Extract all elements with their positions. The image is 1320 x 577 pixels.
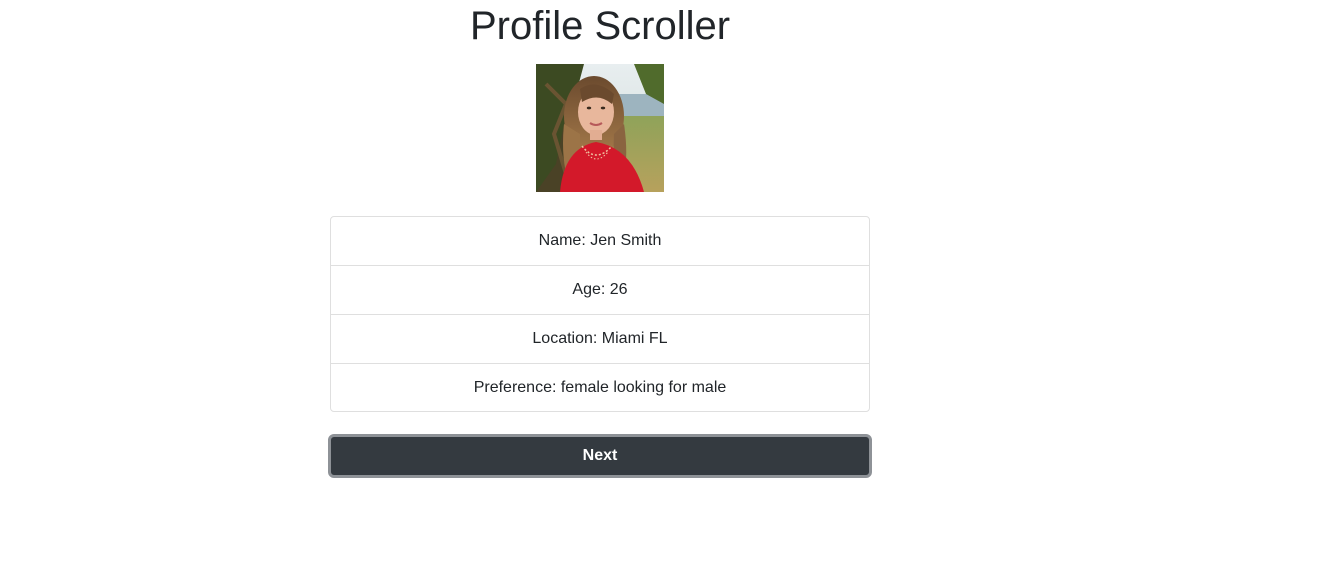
profile-photo — [536, 64, 664, 192]
profile-location: Location: Miami FL — [331, 315, 869, 364]
profile-details-list: Name: Jen Smith Age: 26 Location: Miami … — [330, 216, 870, 412]
page: Profile Scroller Name: Jen Smith Age: 26… — [0, 0, 1320, 577]
profile-photo-image — [536, 64, 664, 192]
profile-preference: Preference: female looking for male — [473, 378, 727, 396]
next-button[interactable]: Next — [328, 434, 872, 478]
profile-age: Age: 26 — [331, 266, 869, 315]
page-title: Profile Scroller — [469, 4, 731, 48]
profile-name: Name: Jen Smith — [331, 217, 869, 266]
